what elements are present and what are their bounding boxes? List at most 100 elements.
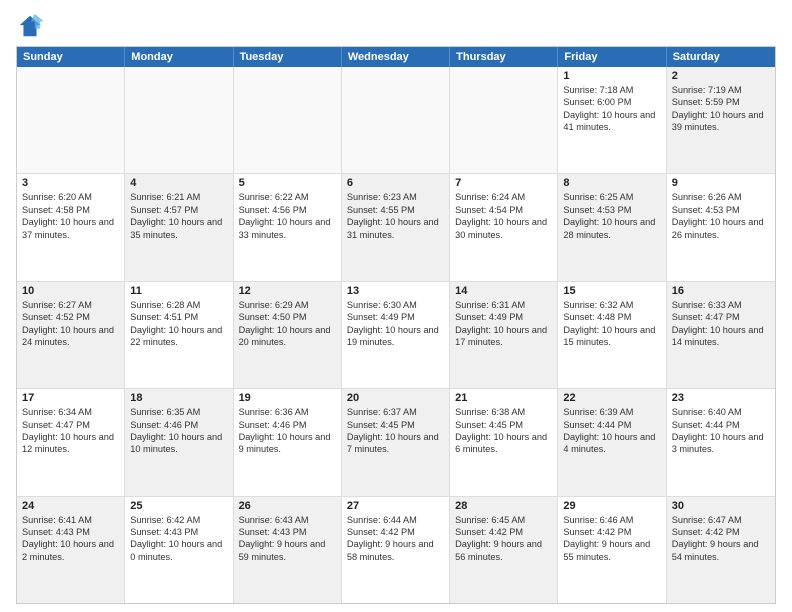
calendar-cell: 14 Sunrise: 6:31 AM Sunset: 4:49 PM Dayli… <box>450 282 558 388</box>
day-number: 5 <box>239 177 336 189</box>
cell-info: Sunrise: 6:20 AM Sunset: 4:58 PM Dayligh… <box>22 191 119 241</box>
cell-info: Sunrise: 6:31 AM Sunset: 4:49 PM Dayligh… <box>455 299 552 349</box>
day-number: 14 <box>455 285 552 297</box>
cell-info: Sunrise: 6:24 AM Sunset: 4:54 PM Dayligh… <box>455 191 552 241</box>
calendar-cell: 11 Sunrise: 6:28 AM Sunset: 4:51 PM Dayli… <box>125 282 233 388</box>
calendar-cell: 18 Sunrise: 6:35 AM Sunset: 4:46 PM Dayli… <box>125 389 233 495</box>
day-number: 18 <box>130 392 227 404</box>
calendar-body: 1 Sunrise: 7:18 AM Sunset: 6:00 PM Daylig… <box>17 67 775 603</box>
day-number: 13 <box>347 285 444 297</box>
day-number: 17 <box>22 392 119 404</box>
day-number: 20 <box>347 392 444 404</box>
cell-info: Sunrise: 6:42 AM Sunset: 4:43 PM Dayligh… <box>130 514 227 564</box>
day-number: 16 <box>672 285 770 297</box>
cell-info: Sunrise: 6:44 AM Sunset: 4:42 PM Dayligh… <box>347 514 444 564</box>
day-number: 10 <box>22 285 119 297</box>
logo <box>16 12 48 40</box>
calendar-cell: 24Sunrise: 6:41 AM Sunset: 4:43 PM Dayli… <box>17 497 125 603</box>
cell-info: Sunrise: 6:46 AM Sunset: 4:42 PM Dayligh… <box>563 514 660 564</box>
cell-info: Sunrise: 6:27 AM Sunset: 4:52 PM Dayligh… <box>22 299 119 349</box>
calendar-cell: 21 Sunrise: 6:38 AM Sunset: 4:45 PM Dayli… <box>450 389 558 495</box>
cell-info: Sunrise: 6:38 AM Sunset: 4:45 PM Dayligh… <box>455 406 552 456</box>
calendar-header-cell: Tuesday <box>234 47 342 67</box>
calendar-cell: 20 Sunrise: 6:37 AM Sunset: 4:45 PM Dayli… <box>342 389 450 495</box>
cell-info: Sunrise: 6:25 AM Sunset: 4:53 PM Dayligh… <box>563 191 660 241</box>
cell-info: Sunrise: 6:32 AM Sunset: 4:48 PM Dayligh… <box>563 299 660 349</box>
day-number: 3 <box>22 177 119 189</box>
day-number: 12 <box>239 285 336 297</box>
calendar-cell: 30Sunrise: 6:47 AM Sunset: 4:42 PM Dayli… <box>667 497 775 603</box>
calendar-cell: 23 Sunrise: 6:40 AM Sunset: 4:44 PM Dayli… <box>667 389 775 495</box>
day-number: 8 <box>563 177 660 189</box>
calendar-cell <box>234 67 342 173</box>
cell-info: Sunrise: 6:29 AM Sunset: 4:50 PM Dayligh… <box>239 299 336 349</box>
day-number: 29 <box>563 500 660 512</box>
day-number: 24 <box>22 500 119 512</box>
day-number: 9 <box>672 177 770 189</box>
calendar-cell: 7Sunrise: 6:24 AM Sunset: 4:54 PM Daylig… <box>450 174 558 280</box>
calendar-cell: 5 Sunrise: 6:22 AM Sunset: 4:56 PM Daylig… <box>234 174 342 280</box>
day-number: 23 <box>672 392 770 404</box>
day-number: 6 <box>347 177 444 189</box>
calendar-cell: 6 Sunrise: 6:23 AM Sunset: 4:55 PM Daylig… <box>342 174 450 280</box>
day-number: 11 <box>130 285 227 297</box>
day-number: 26 <box>239 500 336 512</box>
calendar-cell <box>450 67 558 173</box>
calendar-cell: 3 Sunrise: 6:20 AM Sunset: 4:58 PM Daylig… <box>17 174 125 280</box>
cell-info: Sunrise: 6:23 AM Sunset: 4:55 PM Dayligh… <box>347 191 444 241</box>
calendar-header-cell: Sunday <box>17 47 125 67</box>
cell-info: Sunrise: 6:21 AM Sunset: 4:57 PM Dayligh… <box>130 191 227 241</box>
day-number: 19 <box>239 392 336 404</box>
calendar-cell: 19 Sunrise: 6:36 AM Sunset: 4:46 PM Dayli… <box>234 389 342 495</box>
day-number: 25 <box>130 500 227 512</box>
day-number: 30 <box>672 500 770 512</box>
calendar-cell <box>125 67 233 173</box>
calendar-cell: 29 Sunrise: 6:46 AM Sunset: 4:42 PM Dayli… <box>558 497 666 603</box>
cell-info: Sunrise: 7:18 AM Sunset: 6:00 PM Dayligh… <box>563 84 660 134</box>
cell-info: Sunrise: 6:43 AM Sunset: 4:43 PM Dayligh… <box>239 514 336 564</box>
calendar-cell: 4 Sunrise: 6:21 AM Sunset: 4:57 PM Daylig… <box>125 174 233 280</box>
page: SundayMondayTuesdayWednesdayThursdayFrid… <box>0 0 792 612</box>
day-number: 28 <box>455 500 552 512</box>
day-number: 15 <box>563 285 660 297</box>
day-number: 21 <box>455 392 552 404</box>
calendar-cell: 10 Sunrise: 6:27 AM Sunset: 4:52 PM Dayli… <box>17 282 125 388</box>
calendar-row: 1 Sunrise: 7:18 AM Sunset: 6:00 PM Daylig… <box>17 67 775 174</box>
cell-info: Sunrise: 6:26 AM Sunset: 4:53 PM Dayligh… <box>672 191 770 241</box>
calendar-cell: 27 Sunrise: 6:44 AM Sunset: 4:42 PM Dayli… <box>342 497 450 603</box>
logo-icon <box>16 12 44 40</box>
cell-info: Sunrise: 6:36 AM Sunset: 4:46 PM Dayligh… <box>239 406 336 456</box>
day-number: 22 <box>563 392 660 404</box>
cell-info: Sunrise: 6:28 AM Sunset: 4:51 PM Dayligh… <box>130 299 227 349</box>
calendar-cell: 22Sunrise: 6:39 AM Sunset: 4:44 PM Dayli… <box>558 389 666 495</box>
cell-info: Sunrise: 6:34 AM Sunset: 4:47 PM Dayligh… <box>22 406 119 456</box>
cell-info: Sunrise: 7:19 AM Sunset: 5:59 PM Dayligh… <box>672 84 770 134</box>
calendar-cell: 26 Sunrise: 6:43 AM Sunset: 4:43 PM Dayli… <box>234 497 342 603</box>
cell-info: Sunrise: 6:40 AM Sunset: 4:44 PM Dayligh… <box>672 406 770 456</box>
day-number: 2 <box>672 70 770 82</box>
calendar-cell: 13 Sunrise: 6:30 AM Sunset: 4:49 PM Dayli… <box>342 282 450 388</box>
calendar-cell: 1 Sunrise: 7:18 AM Sunset: 6:00 PM Daylig… <box>558 67 666 173</box>
cell-info: Sunrise: 6:45 AM Sunset: 4:42 PM Dayligh… <box>455 514 552 564</box>
calendar-cell: 12 Sunrise: 6:29 AM Sunset: 4:50 PM Dayli… <box>234 282 342 388</box>
cell-info: Sunrise: 6:37 AM Sunset: 4:45 PM Dayligh… <box>347 406 444 456</box>
calendar-cell <box>342 67 450 173</box>
calendar-cell: 9 Sunrise: 6:26 AM Sunset: 4:53 PM Daylig… <box>667 174 775 280</box>
calendar-row: 24Sunrise: 6:41 AM Sunset: 4:43 PM Dayli… <box>17 497 775 603</box>
calendar-row: 3 Sunrise: 6:20 AM Sunset: 4:58 PM Daylig… <box>17 174 775 281</box>
calendar-header-cell: Wednesday <box>342 47 450 67</box>
cell-info: Sunrise: 6:22 AM Sunset: 4:56 PM Dayligh… <box>239 191 336 241</box>
day-number: 27 <box>347 500 444 512</box>
calendar-header-cell: Thursday <box>450 47 558 67</box>
calendar-cell: 28 Sunrise: 6:45 AM Sunset: 4:42 PM Dayli… <box>450 497 558 603</box>
day-number: 1 <box>563 70 660 82</box>
day-number: 4 <box>130 177 227 189</box>
cell-info: Sunrise: 6:35 AM Sunset: 4:46 PM Dayligh… <box>130 406 227 456</box>
calendar-cell <box>17 67 125 173</box>
calendar-cell: 25 Sunrise: 6:42 AM Sunset: 4:43 PM Dayli… <box>125 497 233 603</box>
calendar-header-cell: Friday <box>558 47 666 67</box>
cell-info: Sunrise: 6:30 AM Sunset: 4:49 PM Dayligh… <box>347 299 444 349</box>
calendar-cell: 16Sunrise: 6:33 AM Sunset: 4:47 PM Dayli… <box>667 282 775 388</box>
calendar-header-cell: Monday <box>125 47 233 67</box>
calendar-cell: 2 Sunrise: 7:19 AM Sunset: 5:59 PM Daylig… <box>667 67 775 173</box>
